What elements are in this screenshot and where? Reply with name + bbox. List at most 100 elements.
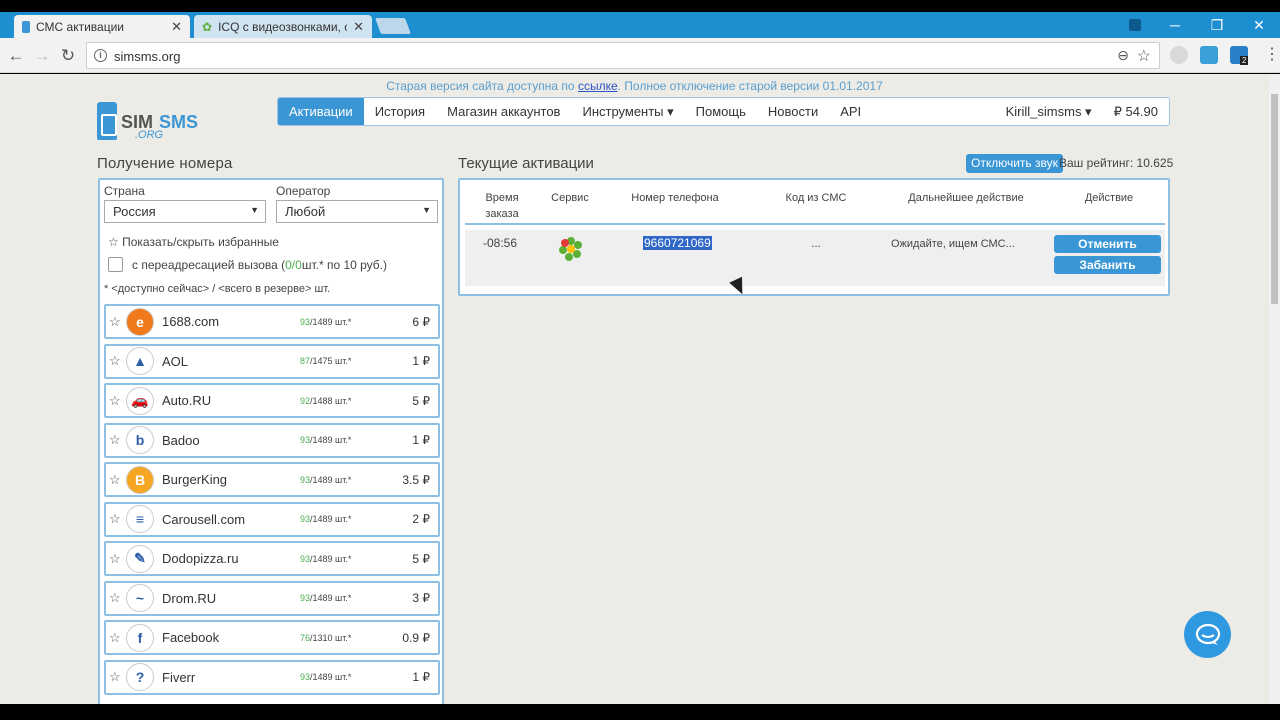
table-header: Время заказа Сервис Номер телефона Код и… (465, 180, 1165, 225)
service-row[interactable]: ☆ e 1688.com 93/1489 шт.* 6 ₽ (104, 304, 440, 339)
ban-button[interactable]: Забанить (1054, 256, 1161, 274)
service-price: 1 ₽ (412, 670, 430, 684)
bookmark-star-icon[interactable]: ☆ (1137, 46, 1151, 66)
mute-sound-button[interactable]: Отключить звук (966, 154, 1063, 173)
old-version-link[interactable]: ссылке (578, 79, 618, 93)
service-count: 92/1488 шт.* (300, 395, 352, 406)
nav-tools[interactable]: Инструменты ▾ (571, 98, 684, 125)
screen-top-border (0, 0, 1280, 12)
burgerking-icon: B (126, 465, 154, 494)
favorite-star-icon[interactable]: ☆ (109, 511, 125, 527)
badoo-icon: b (126, 426, 154, 454)
favorite-star-icon[interactable]: ☆ (109, 393, 125, 409)
service-row[interactable]: ☆ b Badoo 93/1489 шт.* 1 ₽ (104, 422, 440, 458)
page-scrollbar[interactable] (1269, 74, 1280, 704)
icq-flower-icon: ✿ (202, 19, 213, 34)
car-icon: 🚗 (126, 386, 154, 415)
nav-news[interactable]: Новости (757, 98, 829, 125)
service-count: 93/1489 шт.* (300, 553, 352, 564)
page-icon (22, 20, 30, 33)
get-number-title: Получение номера (97, 155, 233, 172)
service-row[interactable]: ☆ 🚗 Auto.RU 92/1488 шт.* 5 ₽ (104, 383, 440, 418)
service-name: Auto.RU (162, 393, 212, 408)
service-row[interactable]: ☆ ▲ AOL 87/1475 шт.* 1 ₽ (104, 343, 440, 379)
toggle-favorites[interactable]: ☆ Показать/скрыть избранные (108, 235, 279, 249)
service-row[interactable]: ☆ B BurgerKing 93/1489 шт.* 3.5 ₽ (104, 462, 440, 497)
service-name: Fiverr (162, 669, 196, 685)
service-row[interactable]: ☆ ≡ Carousell.com 93/1489 шт.* 2 ₽ (104, 501, 440, 537)
col-phone: Номер телефона (631, 192, 719, 204)
scrollbar-thumb[interactable] (1271, 94, 1278, 304)
favorite-star-icon[interactable]: ☆ (109, 432, 125, 448)
call-forward-option[interactable]: с переадресацией вызова (0/0 шт.* по 10 … (108, 257, 387, 272)
carousell-icon: ≡ (126, 505, 154, 533)
zoom-icon[interactable]: ⊖ (1117, 47, 1129, 64)
user-menu[interactable]: Kirill_simsms ▾ (995, 98, 1103, 125)
service-price: 3 ₽ (412, 591, 430, 605)
service-name: Carousell.com (162, 511, 246, 527)
favorite-star-icon[interactable]: ☆ (109, 551, 125, 567)
nav-help[interactable]: Помощь (685, 98, 757, 125)
operator-label: Оператор (276, 184, 331, 198)
favorite-star-icon[interactable]: ☆ (109, 630, 125, 646)
dodo-icon: ✎ (126, 544, 154, 573)
service-row[interactable]: ☆ f Facebook 76/1310 шт.* 0.9 ₽ (104, 620, 440, 655)
browser-menu-icon[interactable]: ⋮ (1264, 44, 1280, 64)
web-page: Старая версия сайта доступна по ссылке. … (0, 74, 1269, 704)
address-bar[interactable]: i simsms.org ⊖ ☆ (86, 42, 1160, 69)
service-count: 93/1489 шт.* (300, 672, 352, 682)
nav-history[interactable]: История (364, 98, 436, 125)
close-icon[interactable]: ✕ (171, 19, 182, 35)
tab-title: ICQ с видеозвонками, с (218, 19, 348, 34)
extension-box-icon[interactable] (1200, 46, 1218, 64)
profile-icon[interactable] (1115, 12, 1155, 38)
favorite-star-icon[interactable]: ☆ (109, 472, 125, 488)
reload-icon[interactable]: ↻ (58, 46, 78, 66)
favorite-star-icon[interactable]: ☆ (109, 669, 125, 685)
back-arrow-icon[interactable]: ← (6, 46, 26, 66)
service-row[interactable]: ☆ ~ Drom.RU 93/1489 шт.* 3 ₽ (104, 580, 440, 616)
cancel-button[interactable]: Отменить (1054, 235, 1161, 253)
nav-account-shop[interactable]: Магазин аккаунтов (436, 98, 571, 125)
country-label: Страна (104, 184, 145, 198)
tab-icq[interactable]: ✿ ICQ с видеозвонками, с ✕ (194, 15, 372, 38)
current-activations-title: Текущие активации (458, 155, 594, 172)
info-icon[interactable]: i (94, 49, 107, 62)
chat-icon[interactable] (1184, 611, 1231, 658)
service-price: 5 ₽ (412, 551, 430, 566)
service-count: 93/1489 шт.* (300, 474, 352, 485)
drom-icon: ~ (126, 584, 154, 612)
country-select[interactable]: Россия ▼ (104, 200, 266, 223)
logo-org: .ORG (135, 129, 164, 141)
operator-select[interactable]: Любой ▼ (276, 200, 438, 223)
extension-paw-icon[interactable] (1170, 46, 1188, 64)
user-rating: Ваш рейтинг: 10.625 (1059, 156, 1174, 170)
favorite-star-icon[interactable]: ☆ (109, 353, 125, 369)
favorite-star-icon[interactable]: ☆ (109, 590, 125, 606)
close-window-icon[interactable]: ✕ (1239, 12, 1279, 38)
simsms-logo[interactable]: SIM SMS .ORG (97, 98, 207, 144)
nav-activations[interactable]: Активации (278, 98, 364, 125)
service-row[interactable]: ☆ ✎ Dodopizza.ru 93/1489 шт.* 5 ₽ (104, 541, 440, 576)
minimize-icon[interactable]: ─ (1155, 12, 1195, 38)
extension-lock-icon[interactable]: 2 (1230, 46, 1249, 65)
call-forward-checkbox[interactable] (108, 257, 123, 272)
close-icon[interactable]: ✕ (353, 19, 364, 35)
phone-number[interactable]: 9660721069 (643, 236, 712, 250)
activations-table: Время заказа Сервис Номер телефона Код и… (458, 178, 1170, 296)
col-action: Действие (1084, 192, 1134, 204)
service-count: 93/1489 шт.* (300, 593, 352, 603)
extension-badge: 2 (1240, 56, 1249, 65)
tab-sms-activations[interactable]: СМС активации ✕ (14, 15, 190, 38)
nav-api[interactable]: API (829, 98, 872, 125)
orange-swirl-icon: e (126, 307, 154, 336)
favorite-star-icon[interactable]: ☆ (109, 314, 125, 330)
new-tab-button[interactable] (375, 18, 411, 34)
balance: ₽ 54.90 (1113, 104, 1158, 119)
service-price: 1 ₽ (412, 433, 430, 447)
forward-arrow-icon[interactable]: → (32, 46, 52, 66)
col-service: Сервис (551, 192, 589, 204)
service-row[interactable]: ☆? Fiverr 93/1489 шт.* 1 ₽ (104, 659, 440, 695)
restore-icon[interactable]: ❐ (1197, 12, 1237, 38)
sms-code: ... (811, 236, 822, 250)
